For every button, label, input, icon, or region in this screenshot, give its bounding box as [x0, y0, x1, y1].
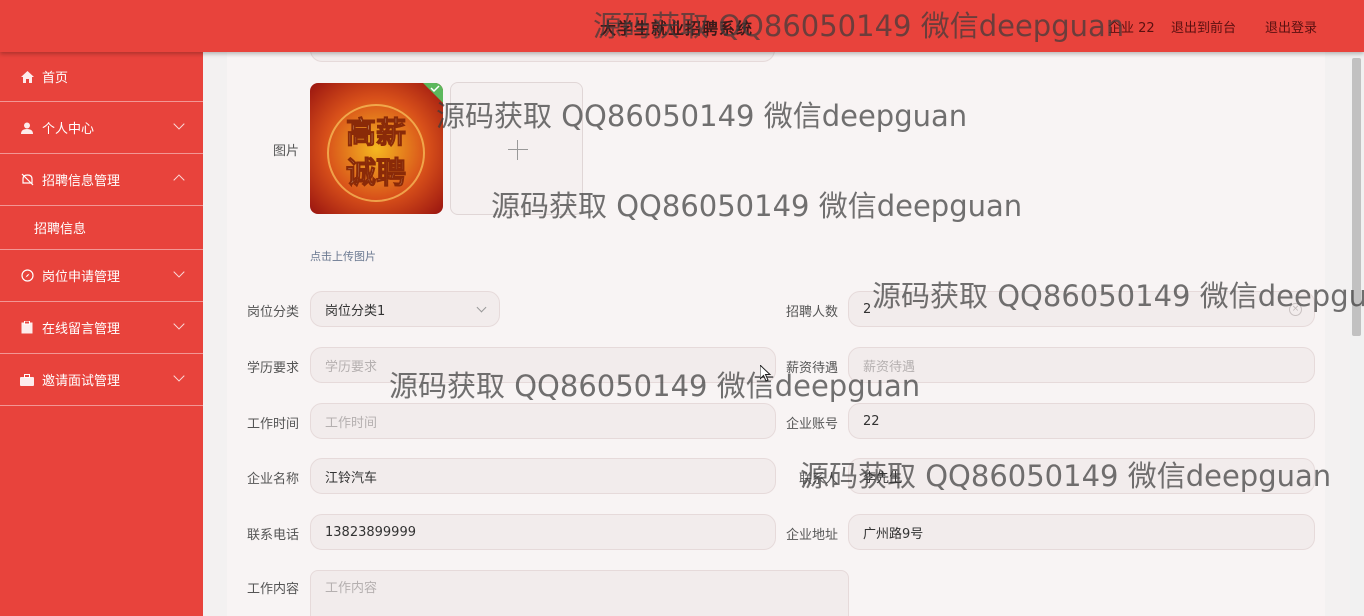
scrollbar-thumb[interactable]	[1352, 58, 1361, 336]
company-input[interactable]: 江铃汽车	[310, 458, 776, 494]
salary-placeholder: 薪资待遇	[863, 359, 916, 375]
company-value: 江铃汽车	[325, 470, 378, 486]
sidebar: 首页 个人中心 招聘信息管理 招聘信息 岗位申请管理 在线留言管理 邀请面试管理	[0, 52, 203, 616]
account-input[interactable]: 22	[848, 403, 1315, 439]
sidebar-item-applications[interactable]: 岗位申请管理	[0, 250, 203, 302]
phone-input[interactable]: 13823899999	[310, 514, 776, 550]
sidebar-item-profile[interactable]: 个人中心	[0, 102, 203, 154]
salary-label: 薪资待遇	[785, 361, 838, 376]
briefcase-icon	[20, 373, 34, 387]
plus-icon	[508, 149, 528, 150]
category-value: 岗位分类1	[325, 303, 386, 319]
contact-input[interactable]: 李先生	[848, 458, 1315, 494]
user-icon	[20, 121, 34, 135]
sidebar-item-home[interactable]: 首页	[0, 52, 203, 102]
chevron-down-icon	[173, 370, 185, 382]
bell-icon	[20, 173, 34, 187]
headcount-value: 2	[863, 301, 872, 317]
sidebar-item-label: 首页	[42, 71, 69, 86]
salary-input[interactable]: 薪资待遇	[848, 347, 1315, 383]
sidebar-item-label: 邀请面试管理	[42, 374, 121, 389]
sidebar-item-messages[interactable]: 在线留言管理	[0, 302, 203, 354]
education-input[interactable]: 学历要求	[310, 347, 776, 383]
sidebar-item-label: 在线留言管理	[42, 322, 121, 337]
upload-add-button[interactable]	[450, 82, 583, 215]
worktime-placeholder: 工作时间	[325, 415, 378, 431]
clear-icon[interactable]: ×	[1289, 303, 1302, 316]
worktime-input[interactable]: 工作时间	[310, 403, 776, 439]
sidebar-subitem-recruitment-info[interactable]: 招聘信息	[0, 206, 203, 250]
upload-tip: 点击上传图片	[310, 250, 376, 263]
mouse-cursor-icon	[759, 363, 772, 387]
category-select[interactable]: 岗位分类1	[310, 291, 500, 327]
phone-value: 13823899999	[325, 524, 416, 540]
image-text-2: 诚聘	[346, 156, 406, 191]
address-input[interactable]: 广州路9号	[848, 514, 1315, 550]
headcount-label: 招聘人数	[785, 305, 838, 320]
content-placeholder: 工作内容	[325, 581, 378, 596]
phone-label: 联系电话	[246, 528, 299, 543]
content-textarea[interactable]: 工作内容	[310, 570, 849, 616]
sidebar-item-label: 岗位申请管理	[42, 270, 121, 285]
image-label: 图片	[272, 144, 299, 159]
sidebar-item-recruitment[interactable]: 招聘信息管理	[0, 154, 203, 206]
content-label: 工作内容	[246, 582, 299, 597]
chevron-down-icon	[173, 266, 185, 278]
chevron-up-icon	[173, 174, 185, 186]
logout-link[interactable]: 退出登录	[1265, 17, 1317, 36]
current-user: 企业 22	[1108, 21, 1155, 36]
uploaded-image[interactable]: 高薪 诚聘	[310, 83, 443, 214]
sidebar-item-label: 个人中心	[42, 122, 95, 137]
chevron-down-icon	[173, 118, 185, 130]
chevron-down-icon	[173, 318, 185, 330]
sidebar-item-label: 招聘信息管理	[42, 174, 121, 189]
address-label: 企业地址	[785, 528, 838, 543]
chevron-down-icon	[476, 302, 487, 313]
category-label: 岗位分类	[246, 305, 299, 320]
education-label: 学历要求	[246, 361, 299, 376]
home-icon	[20, 70, 34, 84]
worktime-label: 工作时间	[246, 417, 299, 432]
app-title: 大学生就业招聘系统	[600, 19, 754, 38]
sidebar-item-interviews[interactable]: 邀请面试管理	[0, 354, 203, 406]
education-placeholder: 学历要求	[325, 359, 378, 375]
top-bar: 大学生就业招聘系统 企业 22 退出到前台 退出登录	[0, 0, 1364, 52]
company-label: 企业名称	[246, 472, 299, 487]
account-value: 22	[863, 413, 880, 429]
headcount-input[interactable]: 2 ×	[848, 291, 1315, 327]
contact-label: 联系人	[798, 472, 838, 487]
front-page-link[interactable]: 退出到前台	[1171, 17, 1236, 36]
address-value: 广州路9号	[863, 526, 924, 542]
account-label: 企业账号	[785, 417, 838, 432]
clipboard-icon	[20, 321, 34, 335]
contact-value: 李先生	[863, 470, 903, 486]
image-text-1: 高薪	[346, 116, 406, 151]
compass-icon	[20, 269, 34, 283]
